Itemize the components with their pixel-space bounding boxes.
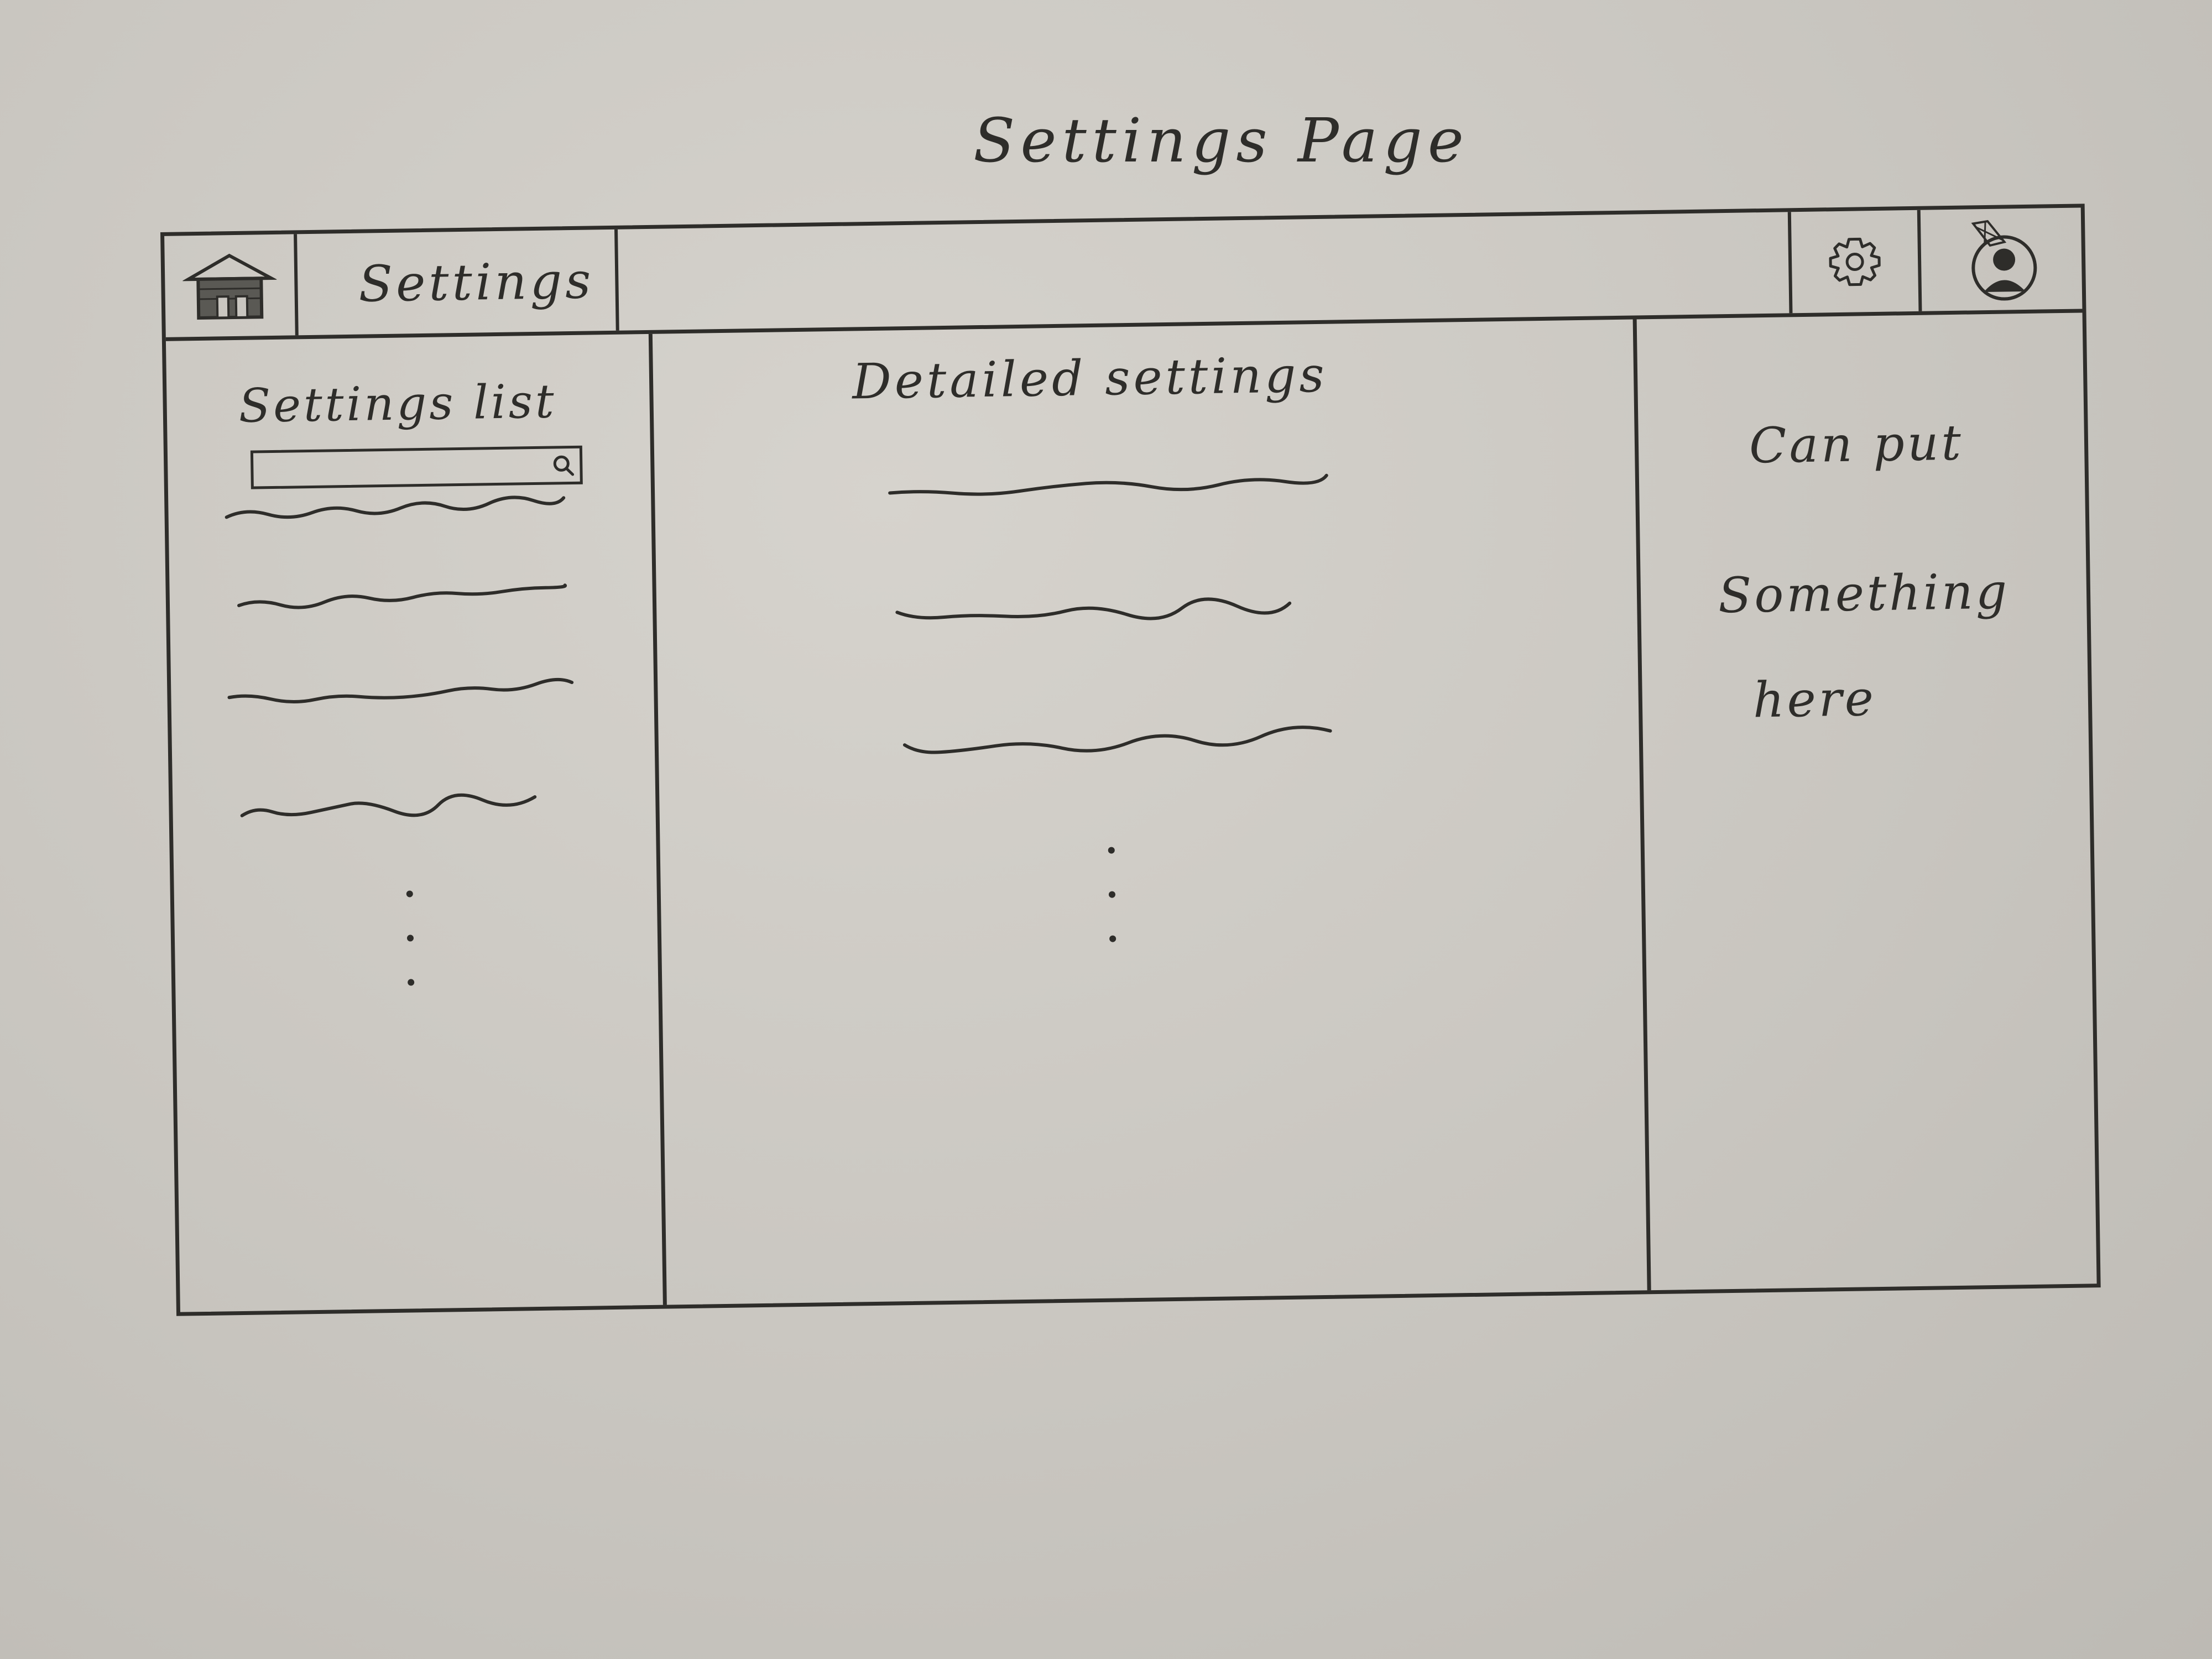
user-avatar-icon <box>1971 220 2037 301</box>
profile-button[interactable] <box>1921 207 2083 311</box>
side-note-pane: Can put Something here <box>1637 312 2097 1290</box>
settings-list-heading: Settings list <box>238 374 557 433</box>
detailed-settings-more <box>1108 847 1121 979</box>
gear-icon <box>1829 237 1881 286</box>
settings-button[interactable] <box>1787 210 1922 314</box>
home-icon <box>182 253 278 320</box>
settings-list-item-4[interactable] <box>239 789 538 827</box>
side-note-line-2: Something <box>1718 562 2010 624</box>
home-button[interactable] <box>164 234 299 337</box>
settings-list-item-3[interactable] <box>226 672 575 711</box>
page-title: Settings <box>358 252 594 314</box>
settings-list-item-1[interactable] <box>223 490 567 528</box>
app-window: Settings Settings list Detailed settings… <box>160 204 2101 1316</box>
search-icon[interactable] <box>549 451 577 479</box>
settings-list-item-2[interactable] <box>236 578 568 617</box>
side-note-line-3: here <box>1752 670 1877 729</box>
detailed-setting-2[interactable] <box>894 590 1293 629</box>
sheet-title: Settings Page <box>973 105 1469 176</box>
detailed-settings-heading: Detailed settings <box>852 346 1328 410</box>
settings-list-more <box>406 890 420 1023</box>
detailed-setting-1[interactable] <box>887 468 1330 508</box>
search-input[interactable] <box>250 445 583 489</box>
side-note-line-1: Can put <box>1749 414 1964 474</box>
topbar-title-cell: Settings <box>297 229 619 336</box>
detailed-settings-pane: Detailed settings <box>652 319 1651 1305</box>
settings-list-pane: Settings list <box>165 333 667 1312</box>
detailed-setting-3[interactable] <box>901 722 1333 762</box>
